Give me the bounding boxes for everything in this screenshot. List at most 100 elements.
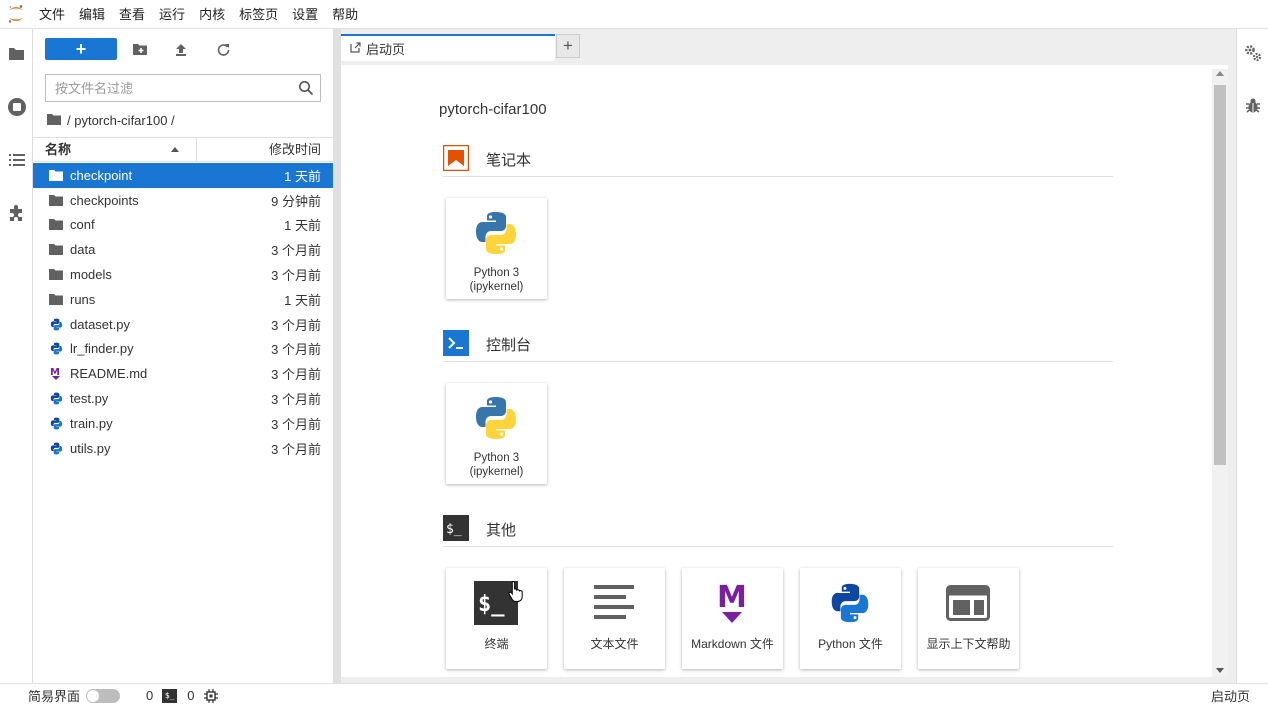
section-other-title: 其他 [486, 522, 517, 539]
file-row[interactable]: lr_finder.py 3 个月前 [33, 337, 333, 362]
svg-text:$_: $_ [446, 522, 462, 537]
menu-view[interactable]: 查看 [112, 0, 152, 29]
menu-settings[interactable]: 设置 [285, 0, 325, 29]
status-bar: 简易界面 0 $_ 0 启动页 [0, 683, 1268, 707]
file-list-header: 名称 修改时间 [33, 137, 333, 162]
card-line-1: Python 3 [473, 267, 520, 279]
home-folder-icon[interactable] [47, 113, 61, 128]
menu-run[interactable]: 运行 [152, 0, 192, 29]
file-row[interactable]: M README.md 3 个月前 [33, 361, 333, 386]
toggle-knob [87, 689, 100, 702]
tab-launcher[interactable]: 启动页 [341, 34, 555, 61]
column-header-name-label: 名称 [45, 142, 72, 157]
folder-icon [48, 217, 64, 233]
launcher-tab-icon [350, 41, 361, 56]
sort-ascending-icon [171, 147, 179, 152]
table-of-contents-icon[interactable] [6, 149, 27, 170]
launcher-cwd: pytorch-cifar100 [439, 101, 547, 118]
scroll-down-arrow-icon[interactable] [1216, 668, 1224, 673]
menu-kernel[interactable]: 内核 [192, 0, 232, 29]
breadcrumb: / pytorch-cifar100 / [47, 111, 175, 129]
file-filter-input[interactable] [46, 75, 286, 101]
file-name: train.py [70, 415, 113, 431]
right-sidebar-tabs [1236, 29, 1268, 683]
menu-tabs[interactable]: 标签页 [232, 0, 285, 29]
notebook-icon [442, 144, 470, 172]
section-other: $_ 其他 [443, 515, 1113, 547]
folder-icon[interactable] [6, 43, 27, 64]
file-modified: 3 个月前 [271, 317, 321, 333]
python-file-icon [825, 578, 875, 628]
menu-edit[interactable]: 编辑 [72, 0, 112, 29]
new-folder-icon[interactable] [130, 39, 150, 59]
scroll-up-arrow-icon[interactable] [1216, 71, 1224, 76]
file-row[interactable]: test.py 3 个月前 [33, 386, 333, 411]
tab-launcher-label: 启动页 [366, 42, 406, 57]
menu-help[interactable]: 帮助 [325, 0, 365, 29]
card-notebook-python3[interactable]: Python 3 (ipykernel) [446, 198, 547, 299]
new-launcher-button[interactable]: + [45, 38, 117, 60]
column-header-modified[interactable]: 修改时间 [197, 138, 333, 161]
python-logo-icon [471, 393, 521, 443]
folder-icon [48, 242, 64, 258]
file-name: runs [70, 291, 96, 307]
context-help-icon [943, 578, 993, 628]
main-dock-area: 启动页 + pytorch-cifar100 笔记本 Python 3 (ipy… [341, 29, 1236, 683]
file-row[interactable]: conf 1 天前 [33, 213, 333, 238]
file-row[interactable]: data 3 个月前 [33, 237, 333, 262]
extension-puzzle-icon[interactable] [6, 202, 27, 223]
kernel-chip-icon [204, 688, 219, 703]
file-row[interactable]: checkpoint 1 天前 [33, 163, 333, 188]
folder-icon [48, 192, 64, 208]
file-row[interactable]: train.py 3 个月前 [33, 411, 333, 436]
card-console-python3[interactable]: Python 3 (ipykernel) [446, 383, 547, 484]
card-context-help[interactable]: 显示上下文帮助 [918, 568, 1019, 669]
file-modified: 1 天前 [284, 218, 321, 234]
running-sessions-icon[interactable] [6, 96, 27, 117]
card-line-2: (ipykernel) [469, 466, 524, 478]
section-console: 控制台 [443, 330, 1113, 362]
card-terminal[interactable]: $_ 终端 [446, 568, 547, 669]
search-icon [298, 80, 314, 96]
file-name: models [70, 267, 112, 283]
add-tab-button[interactable]: + [556, 34, 580, 58]
terminal-status-icon: $_ [162, 688, 178, 703]
menubar: 文件 编辑 查看 运行 内核 标签页 设置 帮助 [0, 0, 1268, 29]
upload-icon[interactable] [171, 39, 191, 59]
refresh-icon[interactable] [213, 39, 233, 59]
file-modified: 3 个月前 [271, 268, 321, 284]
file-modified: 3 个月前 [271, 243, 321, 259]
card-markdown-file-label: Markdown 文件 [691, 637, 774, 651]
mouse-cursor-icon [508, 580, 524, 605]
file-row[interactable]: runs 1 天前 [33, 287, 333, 312]
file-name: README.md [70, 366, 148, 382]
menu-file[interactable]: 文件 [32, 0, 72, 29]
tab-bar: 启动页 + [341, 29, 1236, 61]
panel-splitter[interactable] [333, 29, 341, 683]
file-row[interactable]: checkpoints 9 分钟前 [33, 188, 333, 213]
launcher-scrollbar[interactable] [1212, 69, 1228, 677]
kernel-count[interactable]: 0 [146, 688, 153, 703]
card-text-file[interactable]: 文本文件 [564, 568, 665, 669]
file-row[interactable]: utils.py 3 个月前 [33, 436, 333, 461]
svg-text:$_: $_ [478, 592, 505, 617]
file-row[interactable]: models 3 个月前 [33, 262, 333, 287]
card-markdown-file[interactable]: M Markdown 文件 [682, 568, 783, 669]
folder-icon [48, 267, 64, 283]
column-header-name[interactable]: 名称 [33, 138, 197, 161]
python-file-icon [48, 341, 64, 357]
simple-mode-toggle[interactable] [86, 688, 121, 703]
file-browser-toolbar: + [33, 29, 333, 67]
card-text-file-label: 文本文件 [590, 637, 639, 651]
scrollbar-thumb[interactable] [1214, 85, 1226, 465]
property-inspector-gears-icon[interactable] [1244, 44, 1262, 65]
section-notebook-title: 笔记本 [486, 152, 532, 169]
breadcrumb-path[interactable]: / pytorch-cifar100 / [67, 113, 175, 128]
file-row[interactable]: dataset.py 3 个月前 [33, 312, 333, 337]
file-name: test.py [70, 391, 109, 407]
left-sidebar-tabs [0, 29, 33, 683]
debugger-bug-icon[interactable] [1245, 97, 1261, 117]
file-modified: 3 个月前 [271, 342, 321, 358]
card-python-file[interactable]: Python 文件 [800, 568, 901, 669]
terminal-count[interactable]: 0 [187, 688, 194, 703]
